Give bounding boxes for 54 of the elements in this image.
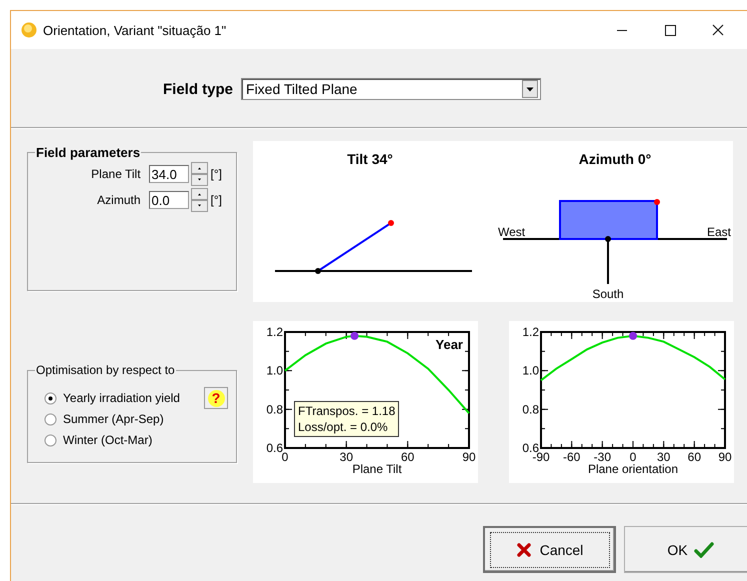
y-tick-label: 1.2 xyxy=(266,325,283,339)
parameter-label: Azimuth xyxy=(97,193,141,207)
parameter-label: Plane Tilt xyxy=(91,167,141,181)
x-tick-label: 0 xyxy=(282,450,288,464)
window-title: Orientation, Variant "situação 1" xyxy=(43,22,226,38)
south-label: South xyxy=(592,287,624,301)
x-tick-label: 60 xyxy=(688,450,702,464)
ok-button[interactable]: OK xyxy=(624,526,747,573)
info-text: FTranspos. = 1.18 xyxy=(298,403,396,419)
period-label: Year xyxy=(436,337,463,352)
y-tick-label: 0.8 xyxy=(522,402,539,416)
group-title: Optimisation by respect to xyxy=(35,363,176,377)
y-tick-label: 1.0 xyxy=(266,364,283,378)
x-tick-label: 30 xyxy=(656,450,670,464)
field-type-label: Field type xyxy=(163,80,234,98)
help-button[interactable]: ? xyxy=(204,387,228,409)
x-tick-label: -60 xyxy=(563,450,580,464)
y-tick-label: 0.6 xyxy=(266,441,283,455)
radio-button[interactable] xyxy=(44,434,57,446)
x-axis-label: Plane orientation xyxy=(588,462,678,476)
x-tick-label: 0 xyxy=(630,450,636,464)
x-tick-label: 60 xyxy=(400,450,414,464)
number-field[interactable]: 34.0 xyxy=(148,165,189,183)
radio-option[interactable]: Winter (Oct-Mar) xyxy=(44,433,152,447)
x-tick-label: 90 xyxy=(718,450,732,464)
radio-button[interactable] xyxy=(44,412,57,426)
optimum-marker xyxy=(350,332,358,340)
y-tick-label: 0.8 xyxy=(266,402,283,416)
info-text: Loss/opt. = 0.0% xyxy=(298,419,389,435)
spinner-arrows-icon[interactable] xyxy=(190,188,208,212)
x-tick-label: 90 xyxy=(462,450,476,464)
optimum-marker xyxy=(629,332,637,340)
unit-label: [°] xyxy=(210,193,222,207)
cross-icon xyxy=(516,542,532,558)
tilt-title: Tilt 34° xyxy=(347,151,393,167)
x-tick-label: 30 xyxy=(340,450,354,464)
radio-option[interactable]: Yearly irradiation yield xyxy=(44,391,180,405)
west-label: West xyxy=(498,225,526,239)
sun-icon xyxy=(21,22,37,38)
x-tick-label: -30 xyxy=(594,450,611,464)
x-axis-label: Plane Tilt xyxy=(352,462,402,476)
unit-label: [°] xyxy=(210,167,222,181)
number-field[interactable]: 0.0 xyxy=(148,191,189,209)
y-tick-label: 1.0 xyxy=(522,364,539,378)
radio-button[interactable] xyxy=(44,392,57,404)
azimuth-title: Azimuth 0° xyxy=(578,151,652,167)
field-type-dropdown[interactable]: Fixed Tilted Plane xyxy=(241,78,542,100)
group-title: Field parameters xyxy=(35,145,142,160)
east-label: East xyxy=(706,225,731,239)
spinner-arrows-icon[interactable] xyxy=(190,162,208,186)
y-tick-label: 1.2 xyxy=(522,325,539,339)
checkmark-icon xyxy=(694,542,714,558)
radio-option[interactable]: Summer (Apr-Sep) xyxy=(44,412,164,426)
cancel-button[interactable]: Cancel xyxy=(483,526,616,573)
